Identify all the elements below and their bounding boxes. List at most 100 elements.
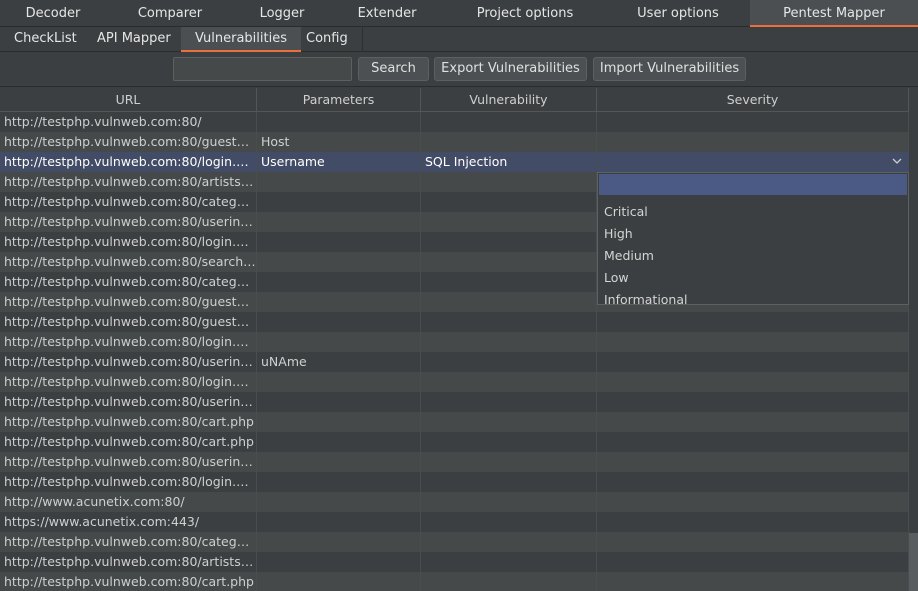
tab-extender[interactable]: Extender bbox=[330, 0, 444, 27]
parameters-cell[interactable] bbox=[257, 172, 421, 192]
severity-option-low[interactable]: Low bbox=[598, 267, 908, 289]
severity-option-medium[interactable]: Medium bbox=[598, 245, 908, 267]
severity-option-critical[interactable]: Critical bbox=[598, 201, 908, 223]
column-header-severity[interactable]: Severity bbox=[597, 88, 909, 112]
url-cell[interactable]: http://testphp.vulnweb.com:80/login.php bbox=[0, 372, 257, 392]
tab-user-options[interactable]: User options bbox=[606, 0, 750, 27]
import-vulnerabilities-button[interactable]: Import Vulnerabilities bbox=[593, 57, 746, 81]
url-cell[interactable]: http://testphp.vulnweb.com:80/search.ph.… bbox=[0, 252, 257, 272]
tab-config[interactable]: Config bbox=[292, 27, 363, 52]
table-row[interactable]: http://testphp.vulnweb.com:80/userinfo.p… bbox=[0, 392, 909, 412]
severity-option-informational[interactable]: Informational bbox=[598, 289, 908, 311]
tab-pentest-mapper[interactable]: Pentest Mapper bbox=[750, 0, 918, 27]
parameters-cell[interactable] bbox=[257, 232, 421, 252]
table-row[interactable]: http://testphp.vulnweb.com:80/login.php bbox=[0, 332, 909, 352]
severity-option-high[interactable]: High bbox=[598, 223, 908, 245]
parameters-cell[interactable] bbox=[257, 492, 421, 512]
parameters-cell[interactable] bbox=[257, 552, 421, 572]
vulnerability-cell[interactable] bbox=[421, 572, 597, 591]
severity-cell[interactable] bbox=[597, 512, 909, 532]
table-row[interactable]: http://testphp.vulnweb.com:80/guestbook.… bbox=[0, 132, 909, 152]
vulnerability-cell[interactable] bbox=[421, 492, 597, 512]
url-cell[interactable]: http://testphp.vulnweb.com:80/categories… bbox=[0, 192, 257, 212]
url-cell[interactable]: http://www.acunetix.com:80/ bbox=[0, 492, 257, 512]
table-row[interactable]: http://testphp.vulnweb.com:80/cart.php bbox=[0, 572, 909, 591]
table-row[interactable]: https://www.acunetix.com:443/ bbox=[0, 512, 909, 532]
url-cell[interactable]: http://testphp.vulnweb.com:80/login.php bbox=[0, 232, 257, 252]
table-row[interactable]: http://testphp.vulnweb.com:80/login.php bbox=[0, 472, 909, 492]
url-cell[interactable]: http://testphp.vulnweb.com:80/categories… bbox=[0, 532, 257, 552]
severity-cell[interactable] bbox=[597, 352, 909, 372]
severity-cell[interactable] bbox=[597, 532, 909, 552]
severity-cell[interactable] bbox=[597, 412, 909, 432]
tab-project-options[interactable]: Project options bbox=[444, 0, 606, 27]
url-cell[interactable]: http://testphp.vulnweb.com:80/login.php bbox=[0, 332, 257, 352]
url-cell[interactable]: http://testphp.vulnweb.com:80/userinfo.p… bbox=[0, 392, 257, 412]
parameters-cell[interactable]: Host bbox=[257, 132, 421, 152]
table-row[interactable]: http://testphp.vulnweb.com:80/cart.php bbox=[0, 432, 909, 452]
url-cell[interactable]: https://www.acunetix.com:443/ bbox=[0, 512, 257, 532]
vulnerability-cell[interactable] bbox=[421, 512, 597, 532]
url-cell[interactable]: http://testphp.vulnweb.com:80/ bbox=[0, 112, 257, 132]
table-row[interactable]: http://testphp.vulnweb.com:80/artists.ph… bbox=[0, 552, 909, 572]
url-cell[interactable]: http://testphp.vulnweb.com:80/cart.php bbox=[0, 412, 257, 432]
table-row[interactable]: http://testphp.vulnweb.com:80/userinfo.p… bbox=[0, 352, 909, 372]
tab-checklist[interactable]: CheckList bbox=[0, 27, 91, 52]
vulnerability-cell[interactable] bbox=[421, 412, 597, 432]
vulnerability-cell[interactable] bbox=[421, 292, 597, 312]
vulnerability-cell[interactable] bbox=[421, 552, 597, 572]
table-row[interactable]: http://www.acunetix.com:80/ bbox=[0, 492, 909, 512]
vulnerability-cell[interactable] bbox=[421, 132, 597, 152]
export-vulnerabilities-button[interactable]: Export Vulnerabilities bbox=[434, 57, 587, 81]
severity-cell[interactable] bbox=[597, 112, 909, 132]
vulnerability-cell[interactable] bbox=[421, 432, 597, 452]
url-cell[interactable]: http://testphp.vulnweb.com:80/cart.php bbox=[0, 432, 257, 452]
severity-cell[interactable] bbox=[597, 132, 909, 152]
tab-vulnerabilities[interactable]: Vulnerabilities bbox=[181, 27, 301, 52]
severity-cell[interactable] bbox=[597, 492, 909, 512]
parameters-cell[interactable] bbox=[257, 272, 421, 292]
vulnerability-cell[interactable] bbox=[421, 352, 597, 372]
search-input[interactable] bbox=[173, 57, 352, 81]
severity-cell[interactable] bbox=[597, 392, 909, 412]
parameters-cell[interactable] bbox=[257, 212, 421, 232]
tab-api-mapper[interactable]: API Mapper bbox=[83, 27, 185, 52]
url-cell[interactable]: http://testphp.vulnweb.com:80/artists.ph… bbox=[0, 552, 257, 572]
vulnerability-cell[interactable] bbox=[421, 472, 597, 492]
severity-cell[interactable] bbox=[597, 572, 909, 591]
vulnerability-cell[interactable] bbox=[421, 232, 597, 252]
url-cell[interactable]: http://testphp.vulnweb.com:80/login.php bbox=[0, 152, 257, 172]
table-scrollbar[interactable] bbox=[909, 88, 918, 591]
vulnerability-cell[interactable] bbox=[421, 332, 597, 352]
severity-cell[interactable] bbox=[597, 332, 909, 352]
parameters-cell[interactable] bbox=[257, 572, 421, 591]
vulnerability-cell[interactable] bbox=[421, 372, 597, 392]
table-row[interactable]: http://testphp.vulnweb.com:80/login.php U… bbox=[0, 152, 909, 172]
column-header-parameters[interactable]: Parameters bbox=[257, 88, 421, 112]
table-row[interactable]: http://testphp.vulnweb.com:80/cart.php bbox=[0, 412, 909, 432]
vulnerability-cell[interactable] bbox=[421, 192, 597, 212]
severity-cell[interactable] bbox=[597, 372, 909, 392]
vulnerability-cell[interactable] bbox=[421, 272, 597, 292]
vulnerability-cell[interactable] bbox=[421, 312, 597, 332]
parameters-cell[interactable] bbox=[257, 112, 421, 132]
tab-logger[interactable]: Logger bbox=[234, 0, 330, 27]
column-header-vulnerability[interactable]: Vulnerability bbox=[421, 88, 597, 112]
table-row[interactable]: http://testphp.vulnweb.com:80/categories… bbox=[0, 532, 909, 552]
url-cell[interactable]: http://testphp.vulnweb.com:80/guestbook.… bbox=[0, 132, 257, 152]
table-row[interactable]: http://testphp.vulnweb.com:80/login.php bbox=[0, 372, 909, 392]
severity-cell[interactable] bbox=[597, 472, 909, 492]
tab-comparer[interactable]: Comparer bbox=[106, 0, 234, 27]
parameters-cell[interactable] bbox=[257, 292, 421, 312]
chevron-down-icon[interactable] bbox=[891, 154, 903, 168]
parameters-cell[interactable] bbox=[257, 432, 421, 452]
url-cell[interactable]: http://testphp.vulnweb.com:80/artists.ph… bbox=[0, 172, 257, 192]
vulnerability-cell[interactable] bbox=[421, 392, 597, 412]
tab-decoder[interactable]: Decoder bbox=[0, 0, 106, 27]
url-cell[interactable]: http://testphp.vulnweb.com:80/cart.php bbox=[0, 572, 257, 591]
parameters-cell[interactable] bbox=[257, 312, 421, 332]
url-cell[interactable]: http://testphp.vulnweb.com:80/categories… bbox=[0, 272, 257, 292]
parameters-cell[interactable] bbox=[257, 332, 421, 352]
parameters-cell[interactable] bbox=[257, 472, 421, 492]
severity-cell[interactable] bbox=[597, 432, 909, 452]
